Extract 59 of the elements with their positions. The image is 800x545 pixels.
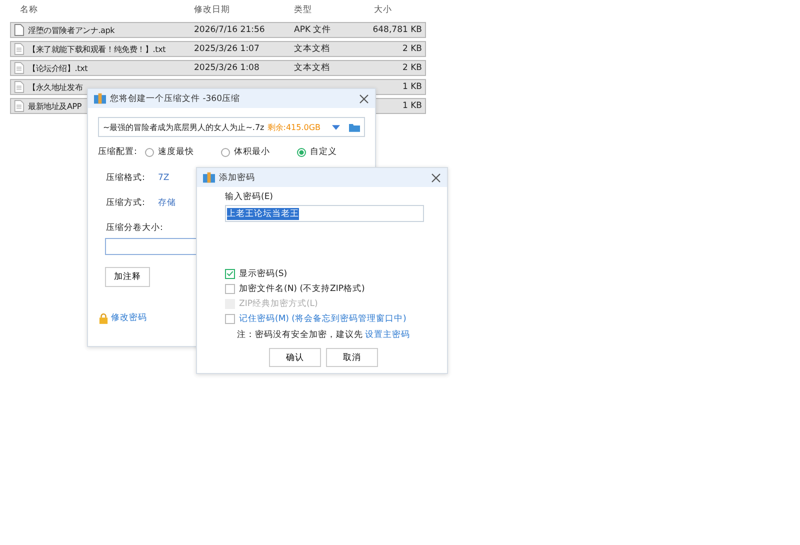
- file-type: APK 文件: [294, 24, 332, 36]
- preset-radio[interactable]: 自定义: [296, 146, 373, 158]
- change-password-link[interactable]: 修改密码: [111, 312, 147, 324]
- file-row[interactable]: 【来了就能下载和观看！纯免费！】.txt 2025/3/26 1:07 文本文档 2 KB: [10, 41, 426, 57]
- dialog-button[interactable]: 取消: [326, 348, 378, 367]
- password-label: 输入密码(E): [225, 191, 274, 203]
- method-label: 压缩方式:: [106, 196, 146, 208]
- archive-path: ~最强的冒险者成为底层男人的女人为止~.7z: [103, 122, 264, 132]
- file-type: 文本文档: [294, 62, 331, 74]
- file-size: 2 KB: [402, 44, 423, 54]
- file-date: 2025/3/26 1:07: [194, 44, 260, 54]
- format-value[interactable]: 7Z: [158, 172, 170, 182]
- format-label: 压缩格式:: [106, 172, 146, 184]
- lock-icon: [99, 312, 108, 324]
- dropdown-icon[interactable]: [332, 124, 340, 130]
- file-name: 最新地址及APP: [28, 100, 83, 112]
- path-field[interactable]: ~最强的冒险者成为底层男人的女人为止~.7z 剩余:415.0GB: [98, 117, 365, 137]
- column-header[interactable]: 修改日期: [194, 4, 294, 16]
- password-field[interactable]: 上老王论坛当老王: [225, 205, 424, 222]
- comment-button[interactable]: 加注释: [105, 267, 150, 287]
- preset-radio[interactable]: 体积最小: [220, 146, 297, 158]
- archive-icon: [203, 172, 215, 183]
- column-header[interactable]: 类型: [294, 4, 374, 16]
- file-name: 【论坛介绍】.txt: [28, 62, 89, 74]
- preset-radio[interactable]: 速度最快: [144, 146, 221, 158]
- option-checkbox[interactable]: 记住密码(M) (将会备忘到密码管理窗口中): [225, 311, 447, 326]
- file-size: 1 KB: [402, 82, 423, 92]
- file-row[interactable]: 【论坛介绍】.txt 2025/3/26 1:08 文本文档 2 KB: [10, 60, 426, 76]
- method-value[interactable]: 存储: [158, 196, 176, 208]
- file-row[interactable]: 淫堕の冒険者アンナ.apk 2026/7/16 21:56 APK 文件 648,781 KB: [10, 22, 426, 38]
- text-file-icon: [14, 43, 24, 55]
- close-button[interactable]: [431, 172, 441, 182]
- file-date: 2026/7/16 21:56: [194, 25, 266, 35]
- file-size: 2 KB: [402, 63, 423, 73]
- file-type: 文本文档: [294, 43, 331, 55]
- file-name: 【来了就能下载和观看！纯免费！】.txt: [28, 44, 167, 54]
- note-text: 注：密码没有安全加密，建议先: [237, 330, 363, 340]
- text-file-icon: [14, 62, 24, 74]
- window-title: 添加密码: [219, 172, 255, 184]
- config-label: 压缩配置:: [98, 146, 137, 158]
- text-file-icon: [14, 81, 24, 93]
- free-space: 剩余:415.0GB: [267, 122, 321, 132]
- file-size: 1 KB: [402, 101, 423, 111]
- column-header[interactable]: 名称: [20, 4, 194, 16]
- folder-icon[interactable]: [349, 122, 360, 132]
- close-button[interactable]: [359, 94, 369, 104]
- check-icon: [226, 269, 234, 278]
- archive-icon: [94, 93, 106, 104]
- option-checkbox[interactable]: 加密文件名(N) (不支持ZIP格式): [225, 281, 447, 296]
- master-password-link[interactable]: 设置主密码: [365, 330, 410, 340]
- dialog-button[interactable]: 确认: [269, 348, 321, 367]
- option-checkbox[interactable]: 显示密码(S): [225, 266, 447, 281]
- file-icon: [14, 24, 24, 36]
- file-name: 淫堕の冒険者アンナ.apk: [28, 24, 116, 36]
- window-title: 您将创建一个压缩文件 -360压缩: [110, 92, 240, 104]
- column-header[interactable]: 大小: [374, 4, 424, 16]
- file-size: 648,781 KB: [372, 25, 423, 35]
- file-date: 2025/3/26 1:08: [194, 63, 260, 73]
- file-name: 【永久地址发布: [28, 82, 84, 92]
